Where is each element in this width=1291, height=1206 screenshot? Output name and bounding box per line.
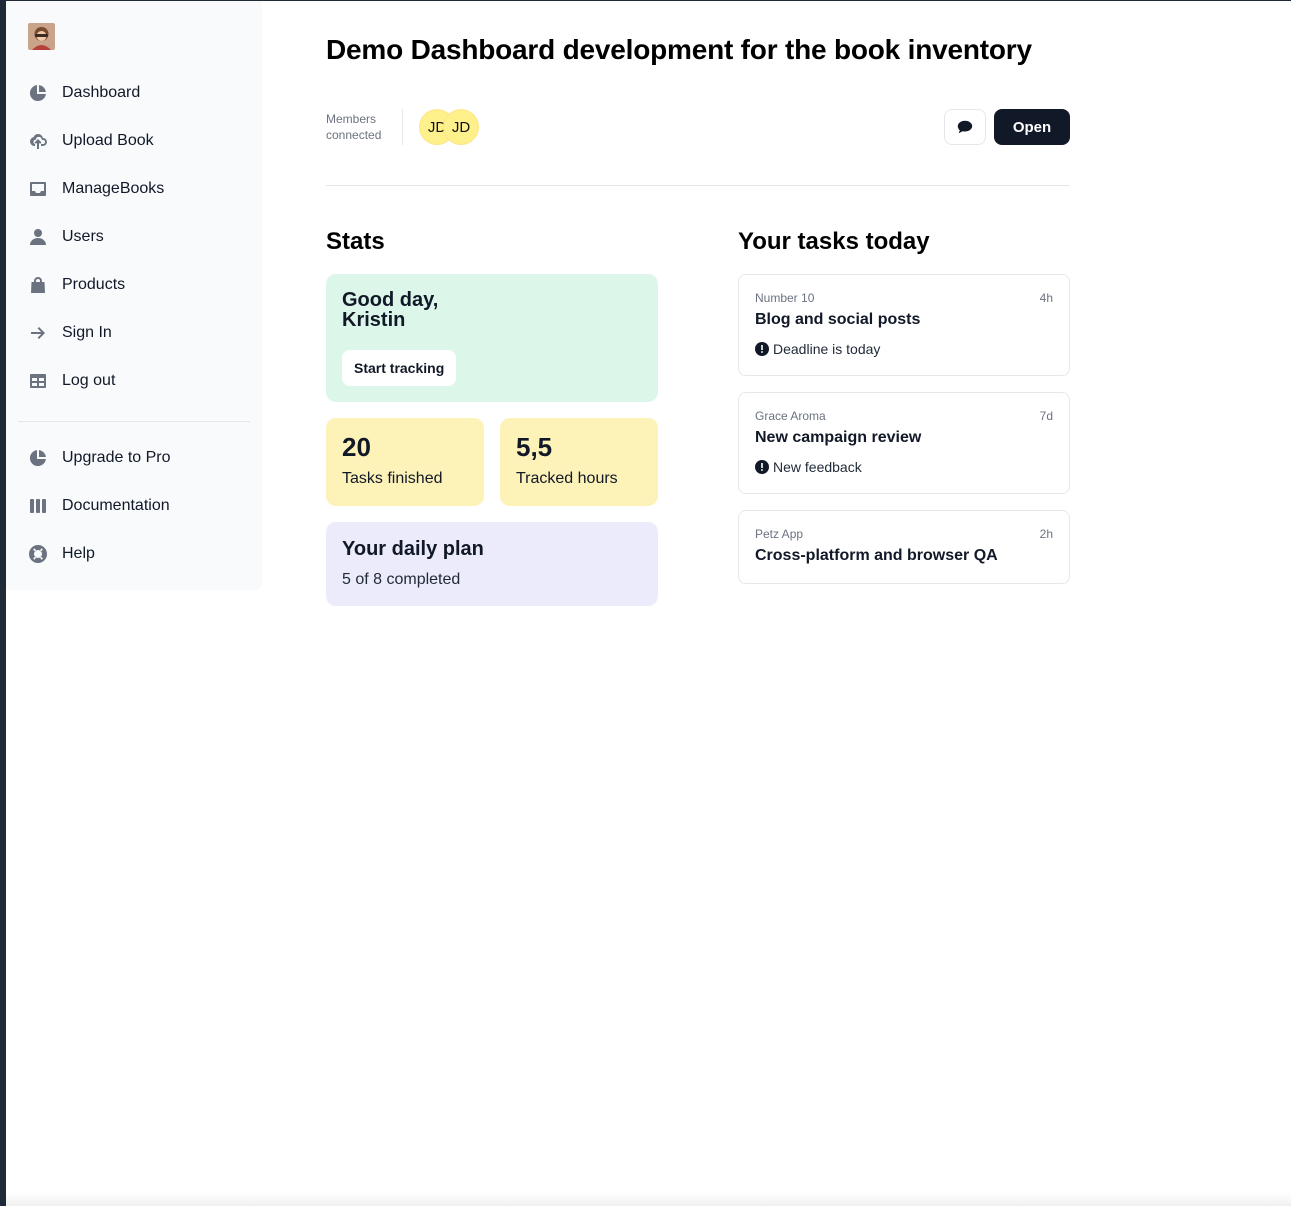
daily-plan-title: Your daily plan — [342, 538, 484, 560]
tracked-hours-card: 5,5 Tracked hours — [500, 418, 658, 506]
pie-chart-icon — [28, 83, 48, 103]
pie-chart-icon — [28, 448, 48, 468]
sidebar-item-label: Documentation — [62, 497, 170, 514]
sidebar-item-label: ManageBooks — [62, 180, 165, 197]
daily-plan-card[interactable]: Your daily plan 5 of 8 completed — [326, 522, 658, 606]
sidebar-nav: Dashboard Upload Book ManageBooks Users … — [18, 73, 250, 409]
avatar[interactable] — [28, 23, 55, 50]
greeting-line2: Kristin — [342, 309, 406, 331]
sidebar-item-label: Sign In — [62, 324, 112, 341]
task-duration: 4h — [1039, 291, 1053, 305]
task-note-text: Deadline is today — [773, 341, 881, 357]
task-card[interactable]: Grace Aroma 7d New campaign review New f… — [738, 392, 1070, 494]
greeting-card: Good day, Kristin Start tracking — [326, 274, 658, 402]
sidebar-item-label: Help — [62, 545, 95, 562]
task-source: Petz App — [755, 527, 804, 541]
members-label-line1: Members — [326, 112, 377, 126]
open-button[interactable]: Open — [994, 109, 1070, 145]
sidebar-item-label: Upgrade to Pro — [62, 449, 171, 466]
task-meta: Grace Aroma 7d — [755, 409, 1053, 423]
task-title: Blog and social posts — [755, 311, 921, 328]
sidebar-item-label: Products — [62, 276, 126, 293]
members-label: Members connected — [326, 111, 392, 143]
sidebar-item-label: Dashboard — [62, 84, 141, 101]
task-title: Cross-platform and browser QA — [755, 547, 998, 564]
sidebar-item-users[interactable]: Users — [18, 217, 250, 257]
sidebar-item-label: Users — [62, 228, 104, 245]
sidebar-divider — [18, 421, 250, 422]
chat-button[interactable] — [944, 109, 986, 145]
sidebar-item-log-out[interactable]: Log out — [18, 361, 250, 401]
sidebar-item-dashboard[interactable]: Dashboard — [18, 73, 250, 113]
tracked-hours-value: 5,5 — [516, 432, 553, 462]
tasks-finished-card: 20 Tasks finished — [326, 418, 484, 506]
tracked-hours-label: Tracked hours — [516, 470, 618, 487]
sidebar-item-upload-book[interactable]: Upload Book — [18, 121, 250, 161]
sidebar-item-manage-books[interactable]: ManageBooks — [18, 169, 250, 209]
members-connected: Members connected JD JD — [326, 109, 479, 145]
sidebar-secondary-nav: Upgrade to Pro Documentation Help — [18, 438, 250, 582]
sidebar-item-label: Log out — [62, 372, 116, 389]
page-title: Demo Dashboard development for the book … — [326, 34, 1032, 65]
task-meta: Number 10 4h — [755, 291, 1053, 305]
alert-icon — [755, 342, 769, 356]
task-source: Grace Aroma — [755, 409, 826, 423]
stats-title: Stats — [326, 228, 385, 255]
inbox-icon — [28, 179, 48, 199]
sidebar-item-upgrade[interactable]: Upgrade to Pro — [18, 438, 250, 478]
tasks-title: Your tasks today — [738, 228, 930, 255]
start-tracking-button[interactable]: Start tracking — [342, 350, 457, 386]
table-icon — [28, 371, 48, 391]
task-card[interactable]: Number 10 4h Blog and social posts Deadl… — [738, 274, 1070, 376]
task-note: New feedback — [755, 459, 1053, 475]
sidebar-item-help[interactable]: Help — [18, 534, 250, 574]
lifebuoy-icon — [28, 544, 48, 564]
task-meta: Petz App 2h — [755, 527, 1053, 541]
shopping-bag-icon — [28, 275, 48, 295]
greeting-line1: Good day, — [342, 289, 439, 311]
window-bottom-shadow — [6, 1192, 1291, 1206]
member-avatars: JD JD — [419, 109, 479, 145]
user-icon — [28, 227, 48, 247]
greeting-text: Good day, Kristin — [342, 290, 482, 330]
task-card[interactable]: Petz App 2h Cross-platform and browser Q… — [738, 510, 1070, 584]
chat-bubble-icon — [957, 120, 973, 134]
task-note: Deadline is today — [755, 341, 1053, 357]
tasks-finished-label: Tasks finished — [342, 470, 443, 487]
sidebar: Dashboard Upload Book ManageBooks Users … — [6, 1, 262, 590]
sidebar-item-documentation[interactable]: Documentation — [18, 486, 250, 526]
task-duration: 2h — [1039, 527, 1053, 541]
task-source: Number 10 — [755, 291, 815, 305]
sidebar-item-products[interactable]: Products — [18, 265, 250, 305]
members-label-line2: connected — [326, 128, 382, 142]
avatar[interactable]: JD — [443, 109, 479, 145]
members-divider — [402, 109, 403, 145]
task-duration: 7d — [1039, 409, 1053, 423]
book-columns-icon — [28, 496, 48, 516]
sidebar-item-sign-in[interactable]: Sign In — [18, 313, 250, 353]
sidebar-item-label: Upload Book — [62, 132, 154, 149]
tasks-finished-value: 20 — [342, 432, 371, 462]
header-divider — [326, 185, 1070, 186]
daily-plan-progress: 5 of 8 completed — [342, 571, 461, 588]
task-note-text: New feedback — [773, 459, 862, 475]
cloud-upload-icon — [28, 131, 48, 151]
task-title: New campaign review — [755, 429, 922, 446]
alert-icon — [755, 460, 769, 474]
arrow-right-icon — [28, 323, 48, 343]
